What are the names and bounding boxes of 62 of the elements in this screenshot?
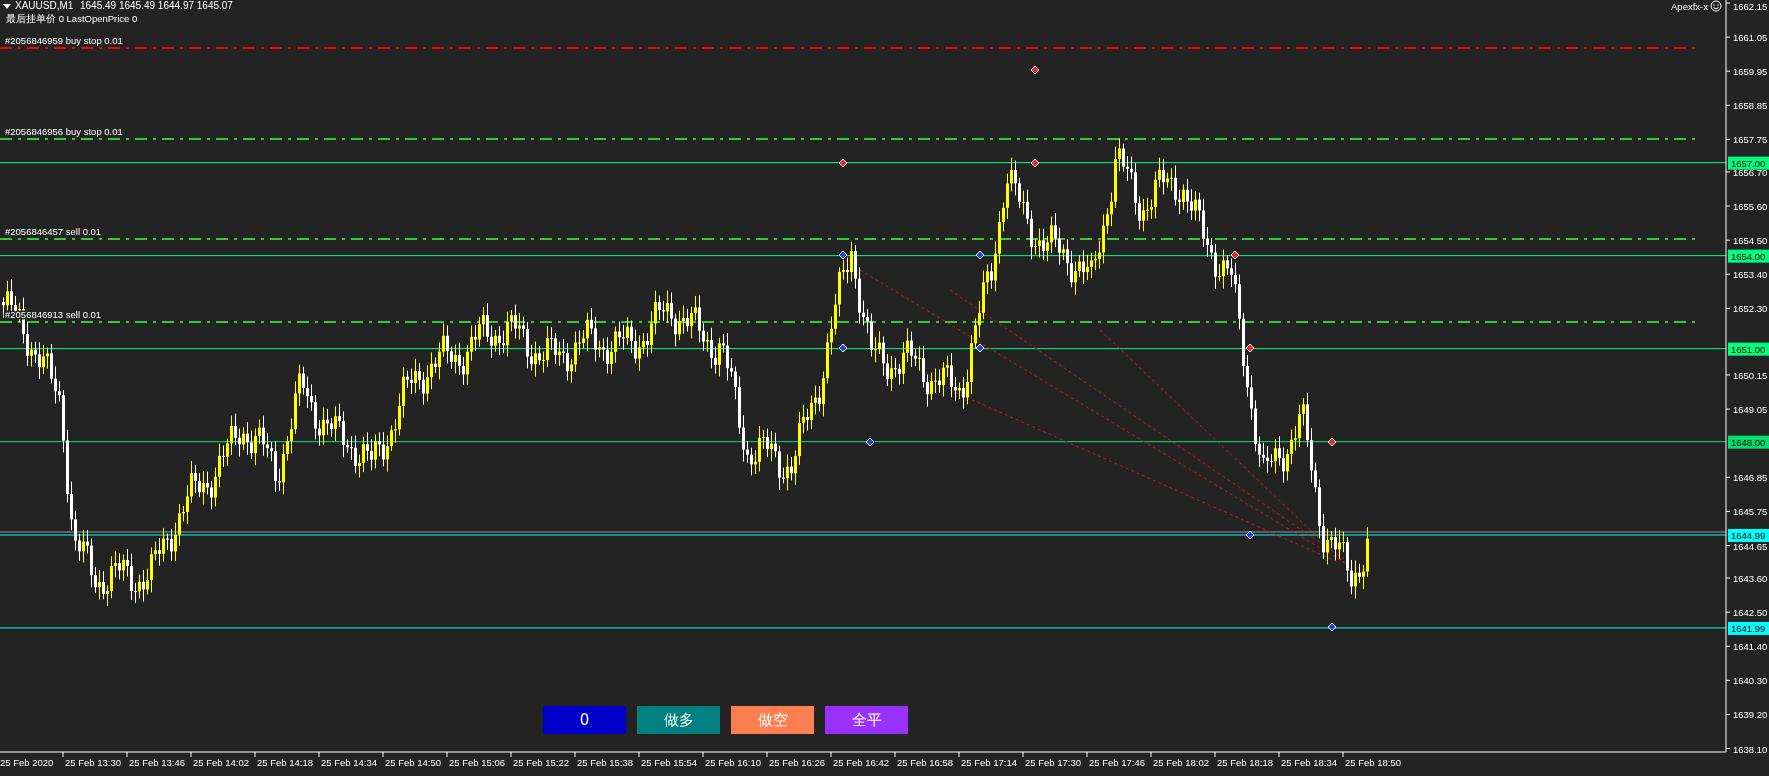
time-tick-label: 25 Feb 18:18 [1217,757,1273,768]
trade-button[interactable]: 做空 [731,706,814,734]
trade-button[interactable]: 0 [543,706,626,734]
price-tag-label: 1657.00 [1731,157,1766,169]
time-tick-label: 25 Feb 13:30 [65,757,121,768]
price-tick-label: 1645.75 [1733,506,1768,518]
time-tick-label: 25 Feb 17:14 [961,757,1017,768]
time-tick-label: 25 Feb 14:34 [321,757,377,768]
time-tick-label: 25 Feb 14:18 [257,757,313,768]
time-tick-label: 25 Feb 14:02 [193,757,249,768]
price-tick-label: 1644.65 [1733,540,1768,552]
price-tick-label: 1659.95 [1733,66,1768,78]
price-tick-label: 1649.05 [1733,404,1768,416]
price-tick-label: 1662.15 [1733,1,1768,12]
time-tick-label: 25 Feb 15:06 [449,757,505,768]
price-tick-label: 1640.30 [1733,675,1768,687]
price-tag-label: 1651.00 [1731,343,1766,355]
time-tick-label: 25 Feb 18:50 [1345,757,1401,768]
order-label: #2056846457 sell 0.01 [5,225,102,237]
time-tick-label: 25 Feb 18:34 [1281,757,1337,768]
price-tag-label: 1654.00 [1731,250,1766,262]
price-tick-label: 1641.40 [1733,641,1768,653]
chart-symbol: XAUUSD,M1 [15,0,74,11]
price-tick-label: 1646.85 [1733,472,1768,484]
price-tag-label: 1641.99 [1731,622,1766,634]
time-tick-label: 25 Feb 13:46 [129,757,185,768]
price-tick-label: 1658.85 [1733,100,1768,112]
time-tick-label: 25 Feb 16:26 [769,757,825,768]
time-tick-label: 25 Feb 17:46 [1089,757,1145,768]
price-tick-label: 1653.40 [1733,269,1768,281]
price-tick-label: 1650.15 [1733,370,1768,381]
price-tick-label: 1656.70 [1733,166,1768,178]
price-tick-label: 1657.75 [1733,134,1768,146]
price-tick-label: 1642.50 [1733,607,1768,619]
price-tick-label: 1638.10 [1733,743,1768,755]
trade-button[interactable]: 做多 [637,706,720,734]
price-tag-label: 1648.00 [1731,436,1766,448]
brand-label: Apexfx-x [1671,1,1708,12]
time-tick-label: 25 Feb 17:30 [1025,757,1081,768]
price-tick-label: 1654.50 [1733,235,1768,247]
price-tick-label: 1655.60 [1733,201,1768,213]
time-tick-label: 25 Feb 15:38 [577,757,633,768]
time-tick-label: 25 Feb 15:22 [513,757,569,768]
price-tick-label: 1661.05 [1733,32,1768,44]
ohlc-values: 1645.49 1645.49 1644.97 1645.07 [80,0,233,11]
collapse-triangle-icon[interactable] [3,4,11,9]
price-tick-label: 1639.20 [1733,709,1768,721]
info-line: 最后挂单价 0 LastOpenPrice 0 [6,13,138,24]
order-label: #2056846959 buy stop 0.01 [5,34,123,46]
time-tick-label: 25 Feb 16:42 [833,757,889,768]
time-tick-label: 25 Feb 15:54 [641,757,697,768]
price-tag-label: 1644.99 [1731,529,1766,541]
time-tick-label: 25 Feb 18:02 [1153,757,1209,768]
price-tick-label: 1652.30 [1733,303,1768,315]
time-tick-label: 25 Feb 14:50 [385,757,441,768]
trade-button[interactable]: 全平 [825,706,908,734]
order-label: #2056846956 buy stop 0.01 [5,126,123,138]
price-tick-label: 1643.60 [1733,573,1768,585]
time-tick-label: 25 Feb 16:58 [897,757,953,768]
time-tick-label: 25 Feb 2020 [0,757,54,768]
time-tick-label: 25 Feb 16:10 [705,757,761,768]
smiley-icon [1710,0,1722,12]
